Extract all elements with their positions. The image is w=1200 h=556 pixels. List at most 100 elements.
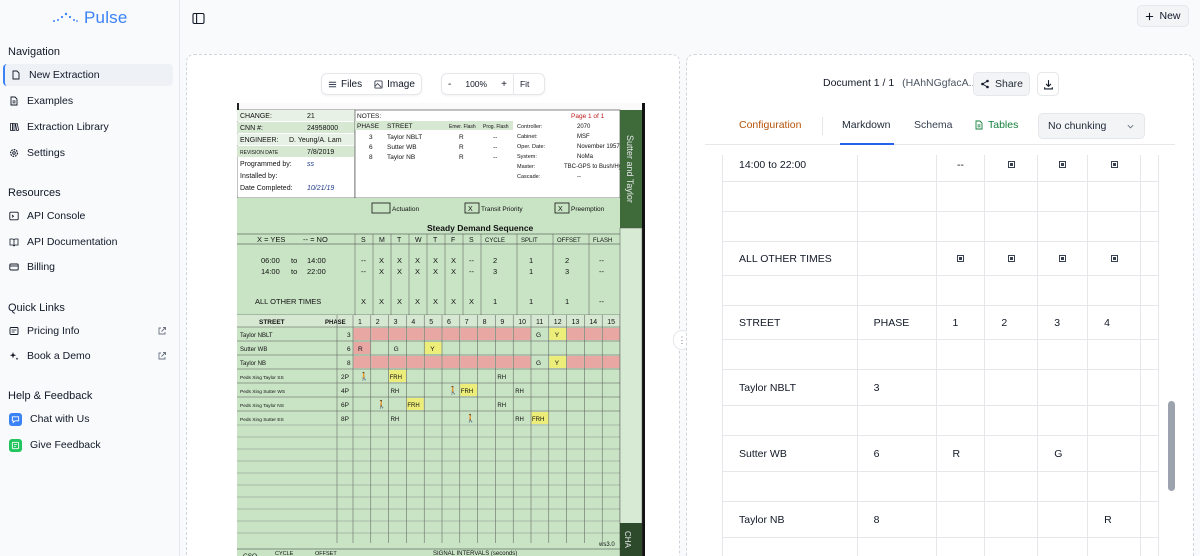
table-icon: [975, 120, 983, 130]
sidebar-item-chat-with-us[interactable]: Chat with Us: [3, 408, 173, 430]
scan-interval-cell: [478, 328, 495, 340]
sidebar-item-billing[interactable]: Billing: [3, 256, 173, 278]
markdown-table-viewport[interactable]: 14:00 to 22:00 -- ALL OTHER TIMES STREET PHA…: [722, 155, 1160, 556]
pulse-logo[interactable]: Pulse: [52, 8, 128, 28]
files-button[interactable]: Files: [322, 74, 368, 94]
scan-text: Controller:: [517, 124, 543, 130]
table-cell: [935, 471, 986, 502]
scan-text: REVISION DATE: [240, 150, 279, 156]
sidebar-item-examples[interactable]: Examples: [3, 90, 173, 112]
table-cell: [856, 155, 937, 182]
scan-text: 3: [347, 332, 351, 339]
scan-side-title: Sutter and Taylor: [625, 135, 635, 203]
zoom-out-button[interactable]: -: [442, 74, 457, 94]
table-cell: [984, 181, 1039, 212]
quick-links-section-title: Quick Links: [8, 302, 65, 314]
scan-text: 7/8/2019: [307, 149, 334, 156]
sidebar-item-settings[interactable]: Settings: [3, 142, 173, 164]
zoom-in-button[interactable]: +: [495, 74, 513, 94]
table-cell: [935, 241, 986, 276]
resources-section-title: Resources: [8, 187, 61, 199]
scan-text: Cabinet:: [517, 134, 538, 140]
zoom-level: 100%: [465, 79, 488, 89]
scan-text: X: [558, 206, 563, 213]
file-icon: [9, 326, 19, 336]
table-cell: --: [935, 155, 986, 182]
tab-configuration[interactable]: Configuration: [739, 119, 801, 131]
scan-text: 2070: [577, 124, 591, 130]
scan-text: to: [291, 267, 297, 276]
sidebar-toggle-icon[interactable]: [192, 12, 205, 25]
logo-mark-icon: [53, 12, 78, 22]
table-cell: [935, 537, 986, 556]
download-icon: [1043, 79, 1053, 89]
scan-text: -- = NO: [303, 235, 328, 244]
scan-text: 2: [493, 256, 497, 265]
chat-icon: [9, 412, 22, 426]
scan-text: 1: [529, 297, 533, 306]
chunking-select[interactable]: No chunking: [1038, 113, 1145, 139]
tab-markdown[interactable]: Markdown: [842, 119, 890, 131]
scan-text: to: [291, 256, 297, 265]
scan-text: --: [493, 154, 497, 161]
scan-text: --: [577, 174, 581, 180]
table-cell: [984, 537, 1039, 556]
scan-text: --: [599, 297, 604, 306]
table-cell: 3: [856, 369, 937, 406]
download-button[interactable]: [1037, 72, 1059, 96]
table-row: Taylor NBLT 3: [722, 369, 1160, 406]
external-link-icon: [158, 327, 166, 335]
table-cell: [1087, 211, 1141, 242]
table-cell: [1087, 181, 1141, 212]
vertical-scrollbar[interactable]: [1165, 155, 1175, 556]
scan-text: CYCLE: [485, 238, 505, 244]
sidebar-item-pricing-info[interactable]: Pricing Info: [3, 320, 173, 342]
markdown-table: 14:00 to 22:00 -- ALL OTHER TIMES STREET PHA…: [722, 155, 1160, 556]
scan-text: 6: [369, 144, 373, 151]
scan-text: Cascade:: [517, 174, 541, 180]
document-id: (HAhNGgfacA...): [902, 77, 981, 89]
scan-text: 8: [347, 360, 351, 367]
table-cell: [1037, 275, 1089, 306]
logo-text: Pulse: [84, 8, 128, 27]
image-button[interactable]: Image: [368, 74, 421, 94]
scan-interval-cell: [460, 356, 478, 368]
scan-interval-cell: [495, 356, 513, 368]
pedestrian-walk-icon: 🚶: [359, 371, 369, 381]
scan-interval-cell: [478, 356, 495, 368]
scan-text: STREET: [259, 319, 285, 326]
sidebar-item-extraction-library[interactable]: Extraction Library: [3, 116, 173, 138]
table-cell: [1087, 241, 1141, 276]
pedestrian-walk-icon: 🚶: [466, 413, 476, 423]
fit-button[interactable]: Fit: [512, 74, 535, 94]
table-cell: [856, 241, 937, 276]
scan-side-footer: CHA: [623, 531, 632, 549]
scan-interval-cell: [584, 356, 602, 368]
scan-text: 3: [565, 267, 569, 276]
table-cell: [1087, 471, 1141, 502]
table-cell: [984, 405, 1039, 436]
checkbox-mark-icon: [1007, 255, 1015, 263]
scan-text: --: [361, 267, 366, 276]
scan-text: X = YES: [257, 235, 285, 244]
share-button[interactable]: Share: [973, 72, 1030, 96]
scan-text: Steady Demand Sequence: [427, 223, 534, 233]
sidebar-item-new-extraction[interactable]: New Extraction: [3, 64, 173, 86]
scan-text: NOTES:: [357, 113, 381, 120]
active-tab-indicator: [840, 143, 894, 145]
tab-tables[interactable]: Tables: [974, 119, 1018, 131]
tab-schema[interactable]: Schema: [914, 119, 953, 131]
sidebar-item-book-a-demo[interactable]: Book a Demo: [3, 345, 173, 367]
new-button[interactable]: New: [1137, 5, 1189, 27]
scan-text: 21: [307, 113, 315, 120]
sidebar-item-label: Settings: [27, 147, 65, 159]
table-cell: [1139, 339, 1160, 370]
sidebar-item-api-documentation[interactable]: API Documentation: [3, 231, 173, 253]
sidebar-item-give-feedback[interactable]: Give Feedback: [3, 434, 173, 456]
scan-text: Taylor NB: [240, 361, 266, 367]
table-cell: [1139, 211, 1160, 242]
scan-text: 1: [358, 319, 362, 326]
sidebar-item-api-console[interactable]: API Console: [3, 205, 173, 227]
scan-text: X: [397, 267, 402, 276]
scrollbar-thumb[interactable]: [1168, 401, 1175, 491]
